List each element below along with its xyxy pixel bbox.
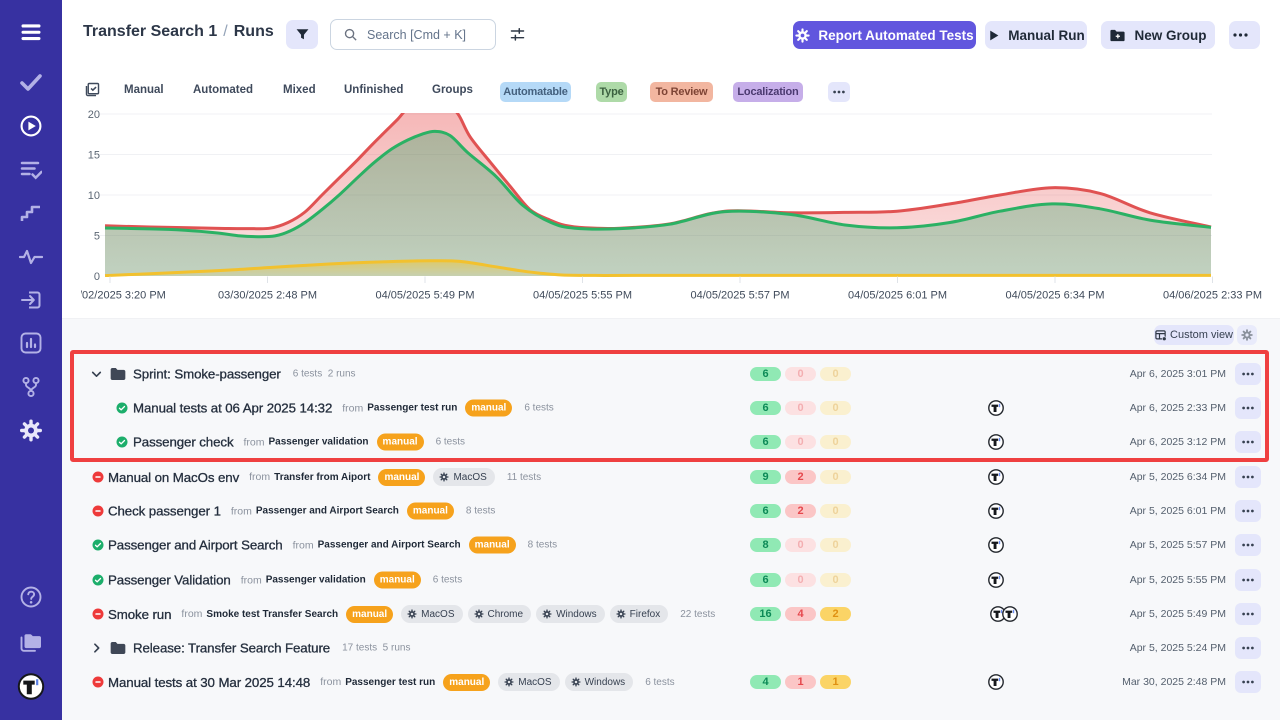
svg-text:03/30/2025 2:48 PM: 03/30/2025 2:48 PM <box>218 290 317 302</box>
svg-text:04/05/2025 6:34 PM: 04/05/2025 6:34 PM <box>1005 290 1104 302</box>
svg-text:04/06/2025 2:33 PM: 04/06/2025 2:33 PM <box>1163 290 1262 302</box>
svg-text:04/05/2025 5:55 PM: 04/05/2025 5:55 PM <box>533 290 632 302</box>
svg-text:10: 10 <box>88 190 100 202</box>
svg-text:15: 15 <box>88 150 100 162</box>
svg-text:/02/2025 3:20 PM: /02/2025 3:20 PM <box>81 290 166 302</box>
svg-text:5: 5 <box>94 231 100 243</box>
svg-text:0: 0 <box>94 271 100 283</box>
svg-text:20: 20 <box>88 109 100 121</box>
svg-text:04/05/2025 5:49 PM: 04/05/2025 5:49 PM <box>375 290 474 302</box>
svg-text:04/05/2025 5:57 PM: 04/05/2025 5:57 PM <box>690 290 789 302</box>
svg-text:04/05/2025 6:01 PM: 04/05/2025 6:01 PM <box>848 290 947 302</box>
